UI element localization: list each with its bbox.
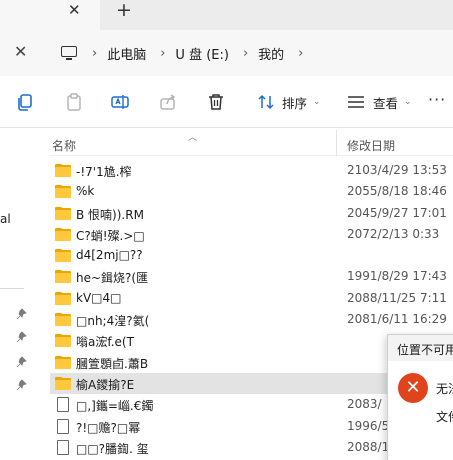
breadcrumb-separator[interactable]: › [92,46,97,61]
file-modified-date: 2103/4/29 13:53 [347,163,447,177]
breadcrumb-my[interactable]: 我的 [258,44,284,63]
file-modified-date: 1991/8/29 17:43 [347,269,447,284]
rename-icon[interactable] [110,92,130,112]
breadcrumb-separator[interactable]: › [298,46,303,61]
nav-item-label[interactable]: al [0,212,11,226]
view-button[interactable]: 查看 ⌄ [347,92,412,112]
column-divider[interactable] [336,130,337,156]
sort-ascending-icon: ︿ [188,133,198,143]
paste-icon[interactable] [64,92,84,112]
file-name: %k [76,184,95,199]
file-modified-date: 2081/6/11 16:29 [347,312,447,327]
folder-icon [55,355,71,369]
file-icon [55,397,71,413]
file-row[interactable]: B 恨喃)).RM 2045/9/27 17:01 [50,203,453,224]
file-row[interactable]: he~鍓烧?(匯 1991/8/29 17:43 [50,266,453,287]
breadcrumb[interactable]: › 此电脑 › U 盘 (E:) › 我的 › [60,40,313,66]
close-tab-icon[interactable]: ✕ [68,2,81,18]
file-name: 膕箮顋卣.蕭B [76,356,149,371]
chevron-down-icon: ⌄ [404,97,412,107]
pin-icon [16,308,27,320]
column-header-date[interactable]: 修改日期 [347,137,395,154]
close-icon[interactable]: ✕ [14,42,27,61]
pin-icon [16,331,27,343]
file-row[interactable]: □nh;4湟?氦( 2081/6/11 16:29 [50,309,453,330]
navigation-pane: al [0,128,34,460]
view-icon [348,96,364,108]
column-header-row: 名称 ︿ 修改日期 [50,130,453,156]
folder-icon [55,227,71,241]
share-icon[interactable] [158,92,178,112]
folder-icon [55,164,71,177]
view-label: 查看 [373,95,399,111]
file-name: d4[2mj□?? [76,248,143,263]
breadcrumb-separator[interactable]: › [160,46,165,61]
tab-strip: ✕ + [0,0,453,30]
file-name: 榆A鑁揄?E [76,377,135,392]
copy-icon[interactable] [15,92,35,112]
sort-icon [258,94,274,110]
file-icon [55,418,71,434]
file-name: kV□4□ [76,290,122,305]
file-name: □nh;4湟?氦( [76,314,150,329]
file-icon [55,439,71,455]
column-header-name[interactable]: 名称 [52,137,76,154]
file-name: 嗡a浤f.e(T [76,335,134,350]
dialog-title: 位置不可用 [397,343,453,357]
file-row[interactable]: d4[2mj□?? [50,245,453,266]
more-options-button[interactable]: ··· [428,90,446,109]
dialog-message: 无法 [436,382,453,396]
sort-button[interactable]: 排序 ⌄ [258,92,321,112]
folder-icon [55,313,71,327]
breadcrumb-separator[interactable]: › [243,46,248,61]
file-modified-date: 2088/1 [347,439,390,454]
file-modified-date: 2083/ [347,397,382,412]
active-tab[interactable]: ✕ [0,0,100,30]
file-row[interactable]: %k 2055/8/18 18:46 [50,181,453,202]
breadcrumb-this-pc[interactable]: 此电脑 [107,44,146,63]
file-name: □□?膰鍧. 玺 [76,441,149,456]
file-name: B 恨喃)).RM [76,207,144,222]
dialog-message-detail: 文件 [436,410,453,424]
file-modified-date: 2088/11/25 7:11 [347,290,447,305]
folder-icon [55,291,71,305]
file-name: ?!□赡?□幂 [76,420,141,435]
folder-icon [55,206,71,220]
folder-icon [55,249,71,263]
file-modified-date: 2055/8/18 18:46 [347,184,447,199]
file-row[interactable]: C?蛸!殩.>□ 2072/2/13 0:33 [50,224,453,245]
error-icon: ✕ [398,373,428,403]
sort-label: 排序 [282,95,308,111]
folder-icon [55,376,71,390]
file-modified-date: 2045/9/27 17:01 [347,205,447,220]
file-name: -!7'1尯.榨 [76,165,132,179]
delete-icon[interactable] [206,92,226,112]
file-modified-date: 2072/2/13 0:33 [347,226,440,241]
breadcrumb-usb-drive[interactable]: U 盘 (E:) [175,44,229,63]
file-modified-date: 1996/5 [347,418,390,433]
file-name: □,]鑴=崰.€鐲 [76,399,154,414]
file-name: C?蛸!殩.>□ [76,228,145,243]
dialog-title-bar[interactable]: 位置不可用 [388,335,453,361]
folder-icon [55,334,71,348]
file-row[interactable]: kV□4□ 2088/11/25 7:11 [50,288,453,309]
folder-icon [55,270,71,284]
pin-icon [16,356,27,368]
file-row[interactable]: -!7'1尯.榨 2103/4/29 13:53 [50,160,453,181]
address-bar-row: ✕ › 此电脑 › U 盘 (E:) › 我的 › [0,30,453,76]
new-tab-button[interactable]: + [116,0,132,20]
chevron-down-icon: ⌄ [313,97,321,107]
pin-icon [16,379,27,391]
file-name: he~鍓烧?(匯 [76,271,149,286]
this-pc-icon[interactable] [60,46,78,60]
command-bar: 排序 ⌄ 查看 ⌄ ··· [0,76,453,128]
nav-divider [0,288,24,289]
folder-icon [55,185,71,199]
error-dialog: 位置不可用 ✕ 无法 文件 [387,334,453,460]
